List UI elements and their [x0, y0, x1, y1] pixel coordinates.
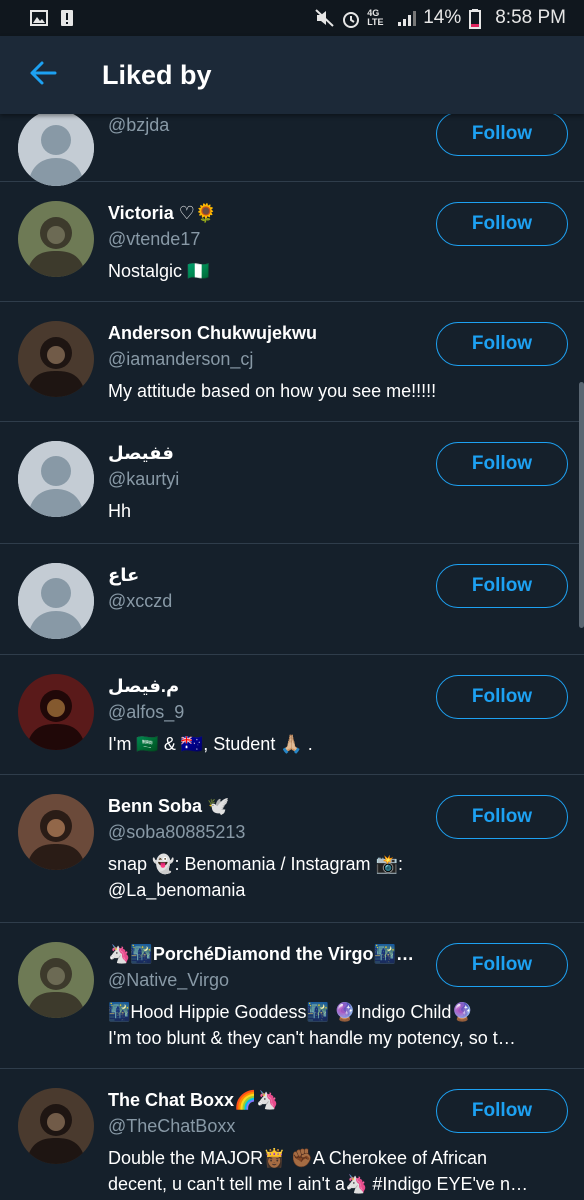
- user-row[interactable]: The Chat Boxx🌈🦄 @TheChatBoxx Double the MA…: [0, 1069, 584, 1200]
- user-display-name: 🦄🌃PorchéDiamond the Virgo🌃…: [108, 944, 414, 964]
- profile-photo: [18, 321, 94, 397]
- bio-line: 🌃Hood Hippie Goddess🌃 🔮Indigo Child🔮: [108, 1002, 474, 1022]
- follow-button[interactable]: Follow: [436, 322, 568, 366]
- avatar[interactable]: [18, 1088, 94, 1164]
- user-bio: Double the MAJOR👸🏾 ✊🏾A Cherokee of Afric…: [108, 1145, 568, 1197]
- user-list: @bzjda Follow Victoria ♡🌻 @vtende17 Nostalgi…: [0, 114, 584, 1200]
- app-bar: Liked by: [0, 36, 584, 114]
- network-label: 4G LTE: [367, 8, 384, 27]
- arrow-left-icon: [29, 59, 57, 92]
- user-row[interactable]: Anderson Chukwujekwu @iamanderson_cj My at…: [0, 302, 584, 422]
- user-bio: My attitude based on how you see me!!!!!: [108, 378, 568, 404]
- mute-icon: [315, 9, 334, 27]
- scrollbar[interactable]: [579, 382, 584, 628]
- user-bio: 🌃Hood Hippie Goddess🌃 🔮Indigo Child🔮 I'm …: [108, 999, 568, 1051]
- back-button[interactable]: [16, 48, 70, 102]
- profile-photo: [18, 674, 94, 750]
- user-row[interactable]: @bzjda Follow: [0, 114, 584, 186]
- follow-button[interactable]: Follow: [436, 675, 568, 719]
- avatar[interactable]: [18, 441, 94, 517]
- follow-button[interactable]: Follow: [436, 202, 568, 246]
- user-row[interactable]: م.فيصل @alfos_9 I'm 🇸🇦 & 🇦🇺, Student 🙏🏼 .F…: [0, 655, 584, 775]
- profile-photo: [18, 942, 94, 1018]
- battery-percent: 14%: [423, 7, 462, 28]
- liked-by-list[interactable]: @bzjda Follow Victoria ♡🌻 @vtende17 Nostalgi…: [0, 114, 584, 1200]
- user-display-name: Victoria ♡🌻: [108, 203, 218, 223]
- profile-photo: [18, 1088, 94, 1164]
- clock: 8:58 PM: [495, 7, 566, 28]
- alarm-icon: [341, 9, 360, 28]
- alert-icon: [60, 9, 78, 27]
- bio-line: Double the MAJOR👸🏾 ✊🏾A Cherokee of Afric…: [108, 1148, 487, 1168]
- user-display-name: Anderson Chukwujekwu: [108, 323, 318, 343]
- user-display-name: The Chat Boxx🌈🦄: [108, 1090, 279, 1110]
- bio-line: snap 👻: Benomania / Instagram 📸:: [108, 854, 403, 874]
- avatar[interactable]: [18, 114, 94, 186]
- user-row[interactable]: Victoria ♡🌻 @vtende17 Nostalgic 🇳🇬 Follow: [0, 182, 584, 302]
- default-avatar-icon: [18, 114, 94, 186]
- bio-line: @La_benomania: [108, 880, 246, 900]
- avatar[interactable]: [18, 321, 94, 397]
- user-row[interactable]: 🦄🌃PorchéDiamond the Virgo🌃… @Native_Virgo…: [0, 923, 584, 1069]
- user-bio: I'm 🇸🇦 & 🇦🇺, Student 🙏🏼 .: [108, 731, 568, 757]
- signal-icon: [397, 9, 417, 27]
- bio-line: My attitude based on how you see me!!!!!: [108, 381, 437, 401]
- user-bio: snap 👻: Benomania / Instagram 📸: @La_beno…: [108, 851, 568, 903]
- battery-icon: [469, 9, 487, 29]
- avatar[interactable]: [18, 563, 94, 639]
- user-row[interactable]: ففيصل @kaurtyi Hh Follow: [0, 422, 584, 544]
- gallery-icon: [30, 9, 48, 27]
- follow-button[interactable]: Follow: [436, 114, 568, 156]
- user-display-name: م.فيصل: [108, 676, 180, 696]
- follow-button[interactable]: Follow: [436, 1089, 568, 1133]
- follow-button[interactable]: Follow: [436, 943, 568, 987]
- follow-button[interactable]: Follow: [436, 442, 568, 486]
- bio-line: Nostalgic 🇳🇬: [108, 261, 210, 281]
- follow-button[interactable]: Follow: [436, 564, 568, 608]
- avatar[interactable]: [18, 794, 94, 870]
- avatar[interactable]: [18, 674, 94, 750]
- user-display-name: Benn Soba 🕊️: [108, 796, 230, 816]
- system-status: 4G LTE 14% 8:58 PM: [315, 7, 566, 29]
- user-display-name: ففيصل: [108, 443, 174, 463]
- user-display-name: عاع: [108, 565, 140, 585]
- bio-line: Hh: [108, 501, 132, 521]
- profile-photo: [18, 201, 94, 277]
- page-title: Liked by: [102, 59, 212, 90]
- user-bio: Nostalgic 🇳🇬: [108, 258, 568, 284]
- user-bio: Hh: [108, 498, 568, 524]
- profile-photo: [18, 794, 94, 870]
- default-avatar-icon: [18, 563, 94, 639]
- default-avatar-icon: [18, 441, 94, 517]
- status-bar: 4G LTE 14% 8:58 PM: [0, 0, 584, 36]
- user-row[interactable]: عاع @xcczd Follow: [0, 544, 584, 655]
- avatar[interactable]: [18, 201, 94, 277]
- bio-line: I'm 🇸🇦 & 🇦🇺, Student 🙏🏼 .: [108, 734, 313, 754]
- notification-icons: [30, 9, 78, 27]
- follow-button[interactable]: Follow: [436, 795, 568, 839]
- avatar[interactable]: [18, 942, 94, 1018]
- bio-line: decent, u can't tell me I ain't a🦄 #Indi…: [108, 1174, 528, 1194]
- user-row[interactable]: Benn Soba 🕊️ @soba80885213 snap 👻: Benoman…: [0, 775, 584, 923]
- bio-line: I'm too blunt & they can't handle my pot…: [108, 1028, 516, 1048]
